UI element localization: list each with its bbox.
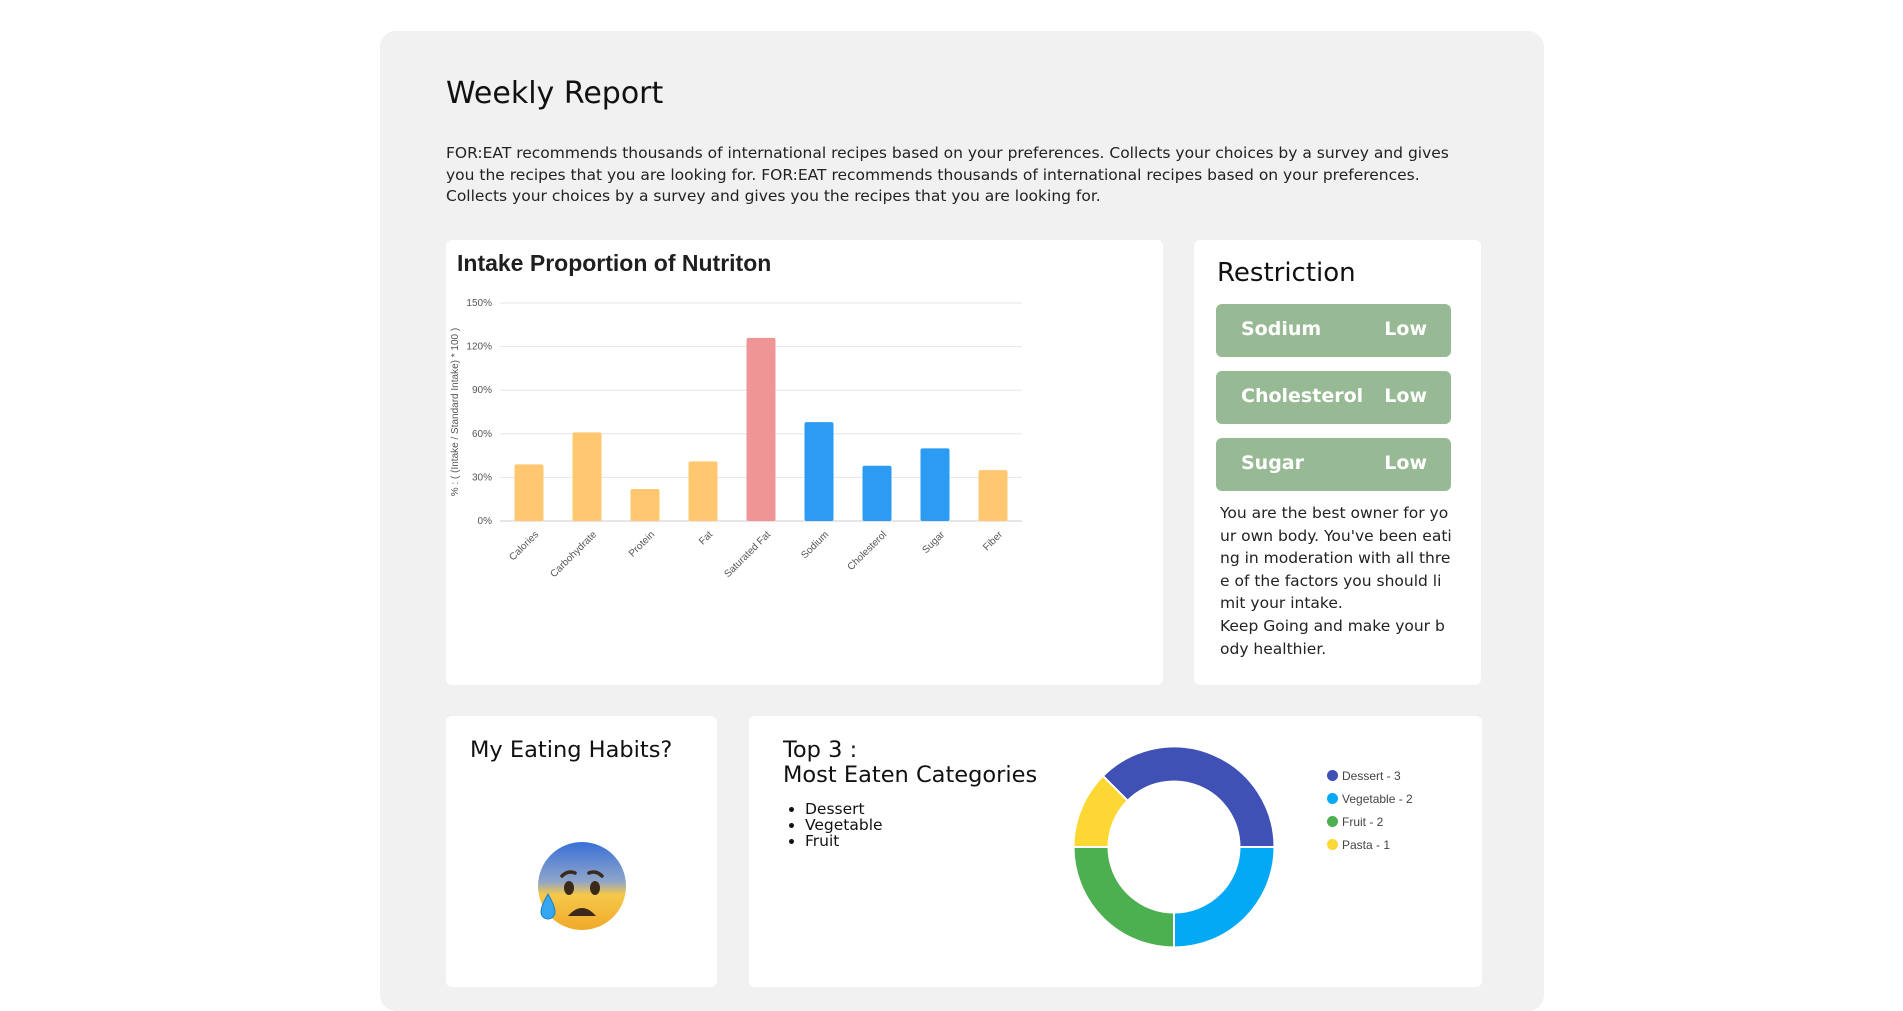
bar[interactable] [862, 465, 892, 521]
bar[interactable] [572, 432, 602, 521]
y-tick-label: 30% [472, 472, 492, 483]
donut-slice[interactable] [1074, 846, 1175, 947]
legend-dot [1327, 816, 1338, 827]
restriction-title: Restriction [1217, 258, 1356, 288]
chart-title: Intake Proportion of Nutriton [457, 250, 772, 276]
report-panel: Weekly Report FOR:EAT recommends thousan… [380, 31, 1544, 1011]
x-tick-label: Fat [697, 529, 715, 547]
legend-label: Dessert - 3 [1342, 769, 1401, 783]
anxious-face-with-sweat-icon [538, 842, 626, 930]
list-item: Vegetable [805, 817, 883, 833]
x-tick-label: Sodium [799, 529, 831, 561]
x-tick-label: Calories [507, 529, 541, 563]
list-item: Dessert [805, 801, 883, 817]
bar[interactable] [804, 422, 834, 521]
categories-donut-chart [1073, 747, 1275, 948]
bar[interactable] [514, 464, 544, 521]
eating-habits-title: My Eating Habits? [470, 737, 673, 763]
x-tick-label: Protein [627, 529, 657, 559]
bar[interactable] [630, 489, 660, 521]
x-tick-label: Saturated Fat [722, 529, 773, 580]
x-tick-label: Fiber [981, 529, 1005, 553]
donut-slice[interactable] [1074, 776, 1128, 848]
y-tick-label: 0% [478, 516, 493, 527]
bar[interactable] [920, 448, 950, 521]
restriction-item-level: Low [1384, 385, 1427, 407]
x-tick-label: Carbohydrate [548, 529, 599, 580]
report-description: FOR:EAT recommends thousands of internat… [446, 144, 1449, 205]
bar[interactable] [688, 461, 718, 521]
y-tick-label: 150% [466, 298, 492, 309]
legend-label: Pasta - 1 [1342, 838, 1391, 852]
restriction-item-sodium: Sodium Low [1216, 304, 1451, 357]
restriction-item-name: Sugar [1241, 452, 1305, 474]
top3-title: Top 3 : Most Eaten Categories [783, 738, 1037, 788]
eating-habits-card: My Eating Habits? [446, 716, 717, 987]
restriction-item-cholesterol: Cholesterol Low [1216, 371, 1451, 424]
bar[interactable] [978, 470, 1008, 521]
donut-slice[interactable] [1103, 747, 1274, 848]
restriction-card: Restriction Sodium Low Cholesterol Low S… [1194, 240, 1481, 685]
page-title: Weekly Report [446, 76, 664, 111]
intake-bar-chart: 0% 30% 60% 90% 120% 150% % : ( (Intake / Stand… [450, 298, 1022, 580]
top3-list: Dessert Vegetable Fruit [783, 801, 883, 849]
legend-dot [1327, 770, 1338, 781]
restriction-item-level: Low [1384, 452, 1427, 474]
x-tick-label: Sugar [920, 529, 947, 556]
y-tick-label: 120% [466, 342, 492, 353]
y-tick-label: 90% [472, 385, 492, 396]
intake-chart-card: 0% 30% 60% 90% 120% 150% % : ( (Intake / Stand… [446, 240, 1163, 685]
donut-slice[interactable] [1173, 846, 1274, 947]
legend-dot [1327, 839, 1338, 850]
restriction-item-name: Cholesterol [1241, 385, 1364, 407]
restriction-item-name: Sodium [1241, 318, 1322, 340]
top3-title-line2: Most Eaten Categories [783, 762, 1038, 788]
legend-label: Vegetable - 2 [1342, 792, 1413, 806]
restriction-item-level: Low [1384, 318, 1427, 340]
y-tick-label: 60% [472, 429, 492, 440]
top3-title-line1: Top 3 : [783, 737, 858, 763]
legend-dot [1327, 793, 1338, 804]
list-item: Fruit [805, 833, 883, 849]
top3-categories-card: Top 3 : Most Eaten Categories Dessert Ve… [749, 716, 1482, 987]
legend-label: Fruit - 2 [1342, 815, 1384, 829]
y-axis-label: % : ( (Intake / Standard Intake) * 100 ) [450, 328, 461, 496]
restriction-item-sugar: Sugar Low [1216, 438, 1451, 491]
restriction-message: You are the best owner for your own body… [1220, 504, 1452, 658]
bar[interactable] [746, 337, 776, 521]
x-tick-label: Cholesterol [846, 529, 890, 573]
